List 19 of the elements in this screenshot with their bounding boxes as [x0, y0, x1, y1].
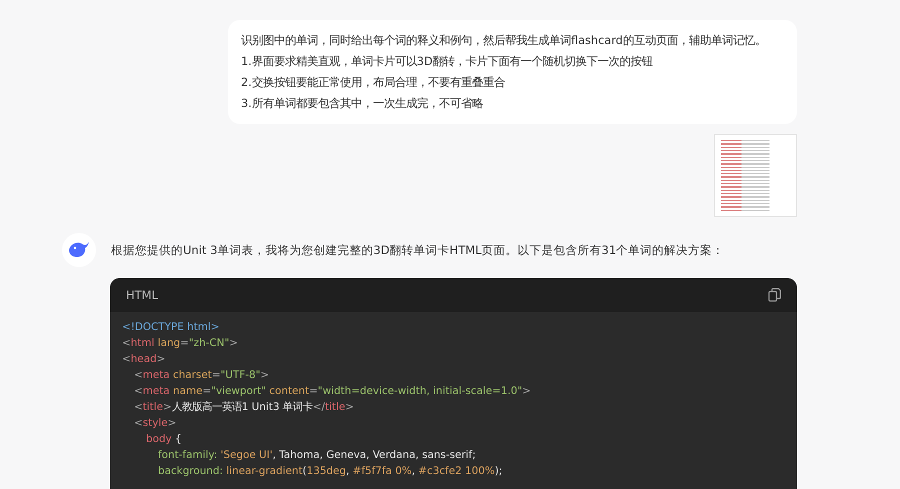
copy-icon[interactable] — [768, 288, 781, 302]
whale-logo-icon — [62, 233, 96, 267]
code-line: <head> — [122, 352, 166, 367]
code-line: background: linear-gradient(135deg, #f5f7fa 0%, #c3cfe2 100%); — [157, 464, 502, 479]
message-line: 识别图中的单词，同时给出每个词的释义和例句，然后帮我生成单词flashcard的互动页面，辅助单词记忆。 — [241, 33, 767, 49]
attached-image-thumbnail[interactable] — [714, 134, 797, 217]
code-line: body { — [145, 432, 182, 447]
code-line: <meta charset="UTF-8"> — [133, 368, 270, 383]
response-text: 根据您提供的Unit 3单词表，我将为您创建完整的3D翻转单词卡HTML页面。以下是包含所有31个单词的解决方案： — [111, 242, 724, 258]
code-language: HTML — [126, 288, 158, 302]
message-line: 3.所有单词都要包含其中，一次生成完，不可省略 — [241, 96, 484, 112]
message-line: 2.交换按钮要能正常使用，布局合理，不要有重叠重合 — [241, 75, 506, 91]
code-line: <style> — [133, 416, 176, 431]
code-line: <!DOCTYPE html> — [122, 320, 220, 335]
code-line: <title>人教版高一英语1 Unit3 单词卡</title> — [133, 400, 354, 415]
message-line: 1.界面要求精美直观，单词卡片可以3D翻转，卡片下面有一个随机切换下一次的按钮 — [241, 54, 654, 70]
code-line: <meta name="viewport" content="width=device-width, initial-scale=1.0"> — [133, 384, 531, 399]
code-line: font-family: 'Segoe UI', Tahoma, Geneva, Verdana, sans-serif; — [157, 448, 476, 463]
code-line: <html lang="zh-CN"> — [122, 336, 238, 351]
